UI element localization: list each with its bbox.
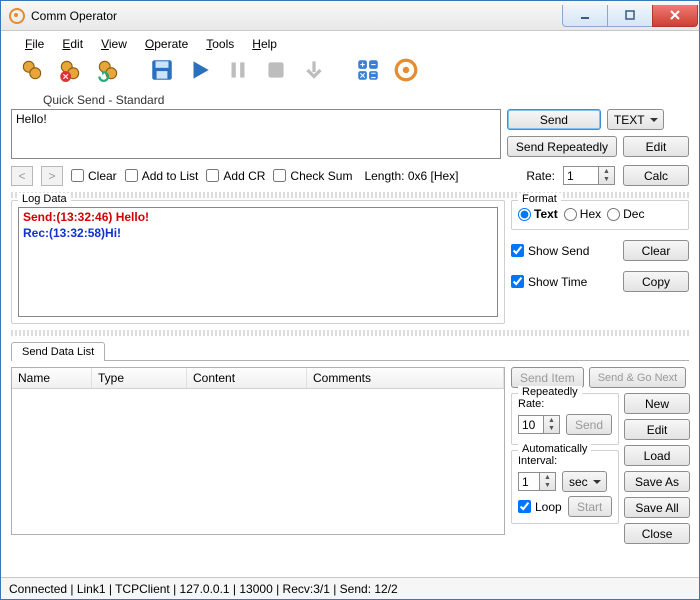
check-sum-checkbox[interactable]: Check Sum <box>273 169 352 183</box>
quick-send-title: Quick Send - Standard <box>1 91 699 109</box>
clear-checkbox[interactable]: Clear <box>71 169 117 183</box>
minimize-button[interactable] <box>562 5 608 27</box>
save-all-button[interactable]: Save All <box>624 497 690 518</box>
log-data-group: Log Data Send:(13:32:46) Hello! Rec:(13:… <box>11 200 505 324</box>
link-cancel-icon[interactable] <box>55 55 85 85</box>
target-icon[interactable] <box>391 55 421 85</box>
loop-checkbox[interactable]: Loop <box>518 500 562 514</box>
col-comments[interactable]: Comments <box>307 368 504 388</box>
show-time-checkbox[interactable]: Show Time <box>511 275 587 289</box>
toolbar <box>1 55 699 91</box>
window-title: Comm Operator <box>31 9 563 23</box>
quick-send-input[interactable] <box>11 109 501 159</box>
format-group: Format Text Hex Dec <box>511 200 689 230</box>
next-button[interactable]: > <box>41 166 63 186</box>
sdl-send-button[interactable]: Send <box>566 414 612 435</box>
log-output[interactable]: Send:(13:32:46) Hello! Rec:(13:32:58)Hi! <box>18 207 498 317</box>
menu-edit[interactable]: Edit <box>54 35 91 53</box>
automatically-group: Automatically Interval: ▲▼ sec Loop Star… <box>511 450 619 524</box>
status-bar: Connected | Link1 | TCPClient | 127.0.0.… <box>1 577 699 599</box>
start-button[interactable]: Start <box>568 496 612 517</box>
download-icon[interactable] <box>299 55 329 85</box>
length-label: Length: 0x6 [Hex] <box>364 169 458 183</box>
stop-icon[interactable] <box>261 55 291 85</box>
format-text-radio[interactable]: Text <box>518 207 558 221</box>
sdl-rate-spinner[interactable]: ▲▼ <box>518 415 560 434</box>
interval-unit-dropdown[interactable]: sec <box>562 471 607 492</box>
link-refresh-icon[interactable] <box>93 55 123 85</box>
menu-file[interactable]: File <box>17 35 52 53</box>
link-icon[interactable] <box>17 55 47 85</box>
edit-button[interactable]: Edit <box>623 136 689 157</box>
show-send-checkbox[interactable]: Show Send <box>511 244 589 258</box>
rate-spinner[interactable]: ▲▼ <box>563 166 615 185</box>
tab-send-data-list[interactable]: Send Data List <box>11 342 105 361</box>
interval-spinner[interactable]: ▲▼ <box>518 472 556 491</box>
log-line-send: Send:(13:32:46) Hello! <box>23 210 493 226</box>
sdl-rate-label: Rate: <box>518 398 612 410</box>
save-as-button[interactable]: Save As <box>624 471 690 492</box>
send-data-table[interactable]: Name Type Content Comments <box>11 367 505 535</box>
splitter[interactable] <box>11 192 689 198</box>
prev-button[interactable]: < <box>11 166 33 186</box>
add-cr-checkbox[interactable]: Add CR <box>206 169 265 183</box>
new-button[interactable]: New <box>624 393 690 414</box>
format-dec-radio[interactable]: Dec <box>607 207 644 221</box>
text-mode-dropdown[interactable]: TEXT <box>607 109 664 130</box>
log-line-recv: Rec:(13:32:58)Hi! <box>23 226 493 242</box>
rate-label: Rate: <box>526 169 555 183</box>
send-button[interactable]: Send <box>507 109 601 130</box>
menu-operate[interactable]: Operate <box>137 35 196 53</box>
col-name[interactable]: Name <box>12 368 92 388</box>
load-button[interactable]: Load <box>624 445 690 466</box>
maximize-button[interactable] <box>607 5 653 27</box>
format-hex-radio[interactable]: Hex <box>564 207 601 221</box>
sdl-edit-button[interactable]: Edit <box>624 419 690 440</box>
col-content[interactable]: Content <box>187 368 307 388</box>
menu-bar: File Edit View Operate Tools Help <box>1 31 699 55</box>
calculator-icon[interactable] <box>353 55 383 85</box>
log-legend: Log Data <box>18 193 71 205</box>
save-icon[interactable] <box>147 55 177 85</box>
close-button[interactable] <box>652 5 698 27</box>
menu-tools[interactable]: Tools <box>198 35 242 53</box>
col-type[interactable]: Type <box>92 368 187 388</box>
app-icon <box>9 8 25 24</box>
add-to-list-checkbox[interactable]: Add to List <box>125 169 199 183</box>
splitter-2[interactable] <box>11 330 689 336</box>
text-mode-label: TEXT <box>614 113 645 127</box>
interval-label: Interval: <box>518 455 612 467</box>
menu-help[interactable]: Help <box>244 35 285 53</box>
send-item-button[interactable]: Send Item <box>511 367 584 388</box>
clear-log-button[interactable]: Clear <box>623 240 689 261</box>
title-bar: Comm Operator <box>1 1 699 31</box>
close-sdl-button[interactable]: Close <box>624 523 690 544</box>
play-icon[interactable] <box>185 55 215 85</box>
pause-icon[interactable] <box>223 55 253 85</box>
format-legend: Format <box>518 193 561 205</box>
send-go-next-button[interactable]: Send & Go Next <box>589 367 687 388</box>
copy-log-button[interactable]: Copy <box>623 271 689 292</box>
send-repeatedly-button[interactable]: Send Repeatedly <box>507 136 617 157</box>
menu-view[interactable]: View <box>93 35 135 53</box>
repeatedly-group: Repeatedly Rate: ▲▼ Send <box>511 393 619 445</box>
calc-button[interactable]: Calc <box>623 165 689 186</box>
status-text: Connected | Link1 | TCPClient | 127.0.0.… <box>9 582 398 596</box>
